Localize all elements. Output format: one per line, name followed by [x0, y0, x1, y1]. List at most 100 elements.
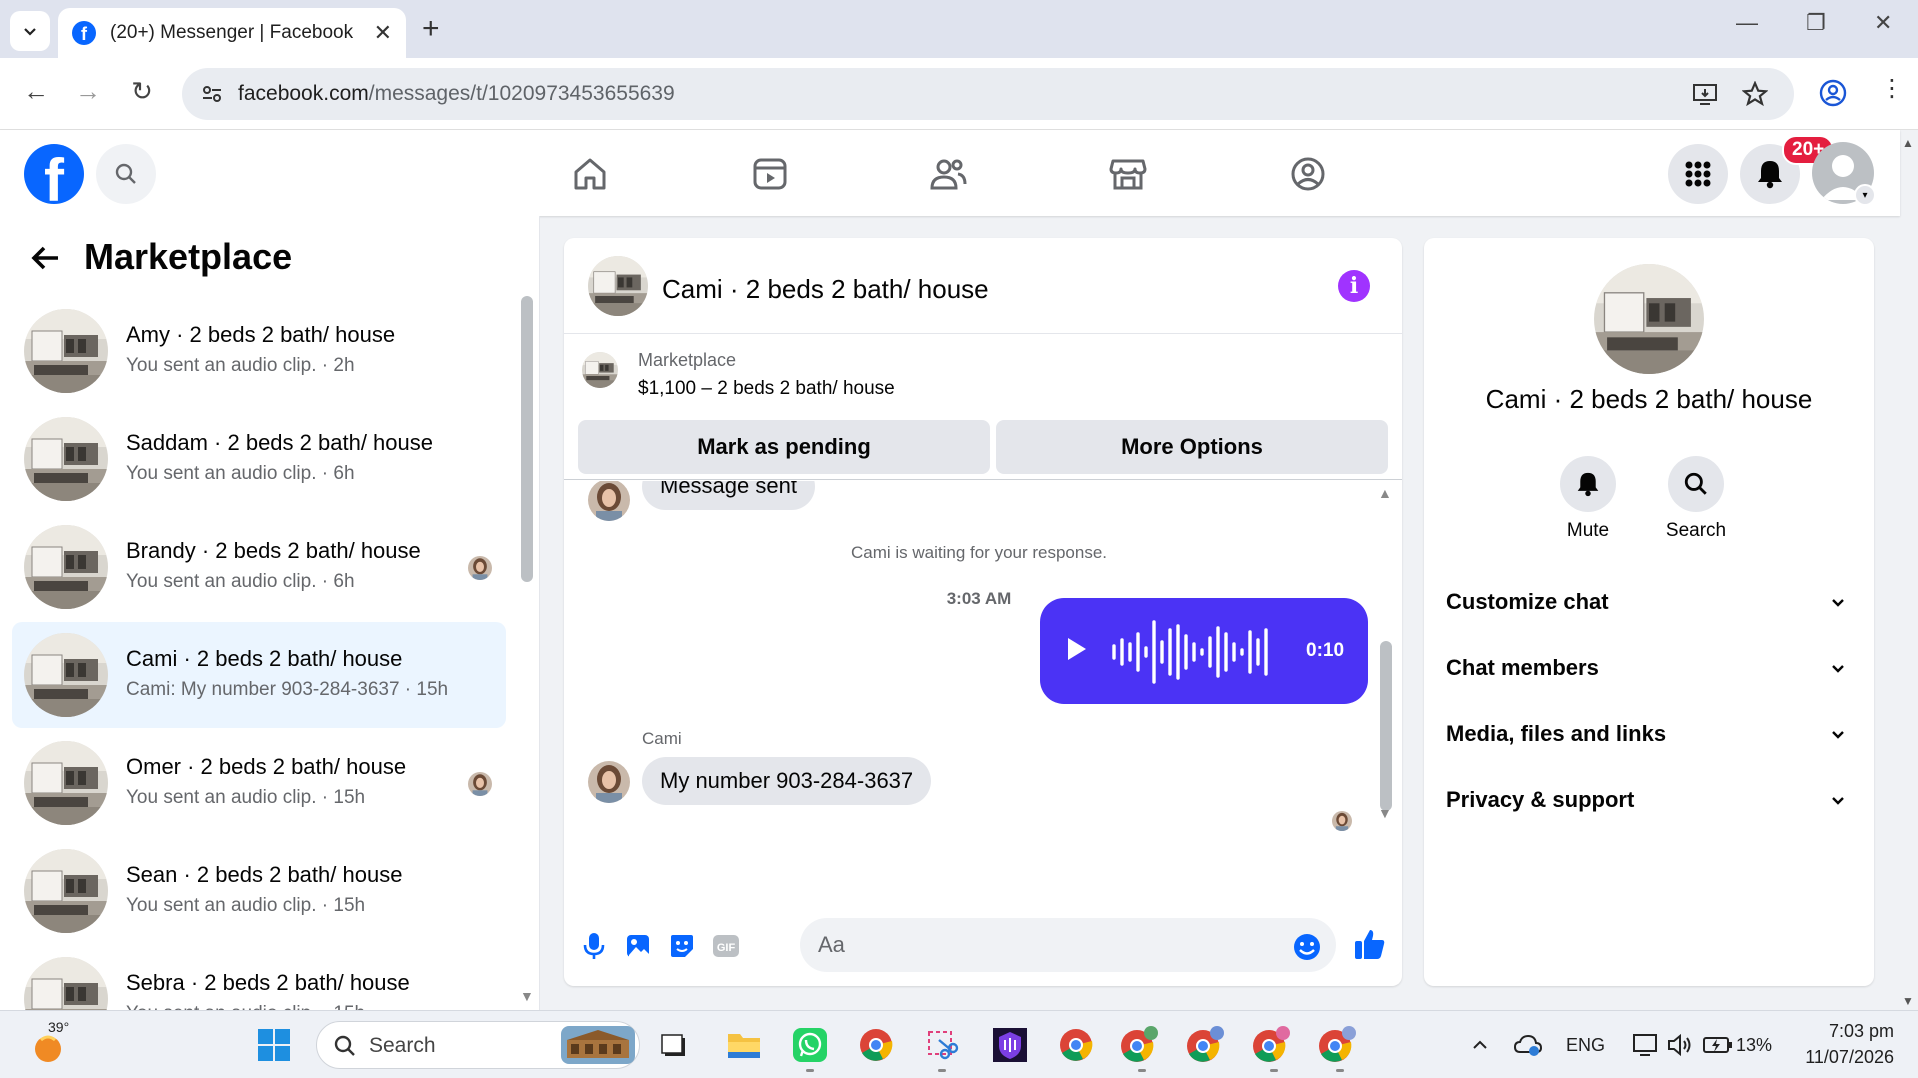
- customize-chat-row[interactable]: Customize chat: [1446, 578, 1856, 626]
- close-tab-icon[interactable]: ✕: [374, 20, 392, 46]
- tab-search-dropdown[interactable]: [10, 11, 50, 51]
- show-hidden-icons-button[interactable]: [1460, 1025, 1500, 1065]
- reload-button[interactable]: ↻: [124, 76, 160, 107]
- file-explorer-button[interactable]: [724, 1025, 764, 1065]
- chevron-down-icon: [1832, 731, 1844, 739]
- play-icon[interactable]: [1066, 636, 1088, 662]
- video-icon: [753, 158, 787, 190]
- taskbar-search[interactable]: Search: [316, 1021, 640, 1069]
- emoji-icon[interactable]: [1292, 932, 1322, 962]
- listing-thumbnail[interactable]: [582, 352, 618, 388]
- scroll-down-arrow-icon[interactable]: ▼: [520, 988, 534, 1004]
- conversation-preview: You sent an audio clip. · 6h: [126, 571, 355, 592]
- audio-message-bubble[interactable]: 0:10: [1040, 598, 1368, 704]
- conversation-item[interactable]: Sean · 2 beds 2 bath/ house You sent an a…: [12, 838, 506, 944]
- mark-as-pending-button[interactable]: Mark as pending: [578, 420, 990, 474]
- app-shield-button[interactable]: [990, 1025, 1030, 1065]
- info-icon[interactable]: i: [1338, 270, 1370, 302]
- install-app-icon[interactable]: [1692, 81, 1718, 107]
- clock-date[interactable]: 11/07/2026: [1796, 1047, 1894, 1068]
- chat-scroll-down-arrow-icon[interactable]: ▼: [1378, 805, 1392, 821]
- chrome-profile-5-button[interactable]: [1318, 1025, 1358, 1065]
- chat-members-row[interactable]: Chat members: [1446, 644, 1856, 692]
- privacy-support-row[interactable]: Privacy & support: [1446, 776, 1856, 824]
- conversation-item[interactable]: Brandy · 2 beds 2 bath/ house You sent an…: [12, 514, 506, 620]
- chrome-profile-2-button[interactable]: [1120, 1025, 1160, 1065]
- chevron-down-icon: [1832, 797, 1844, 805]
- task-view-button[interactable]: [654, 1025, 694, 1065]
- nav-video[interactable]: [746, 150, 794, 198]
- facebook-logo-icon[interactable]: f: [24, 144, 84, 204]
- forward-button[interactable]: →: [70, 76, 106, 107]
- nav-home[interactable]: [566, 150, 614, 198]
- address-bar[interactable]: facebook.com/messages/t/1020973453655639: [182, 68, 1794, 120]
- menu-apps-button[interactable]: [1668, 144, 1728, 204]
- media-files-links-row[interactable]: Media, files and links: [1446, 710, 1856, 758]
- message-bubble-incoming[interactable]: Message sent: [642, 481, 815, 510]
- conversation-item[interactable]: Cami · 2 beds 2 bath/ house Cami: My numb…: [12, 622, 506, 728]
- voice-clip-button[interactable]: [578, 930, 610, 962]
- start-button[interactable]: [254, 1025, 294, 1065]
- conversation-item[interactable]: Saddam · 2 beds 2 bath/ house You sent an…: [12, 406, 506, 512]
- message-input[interactable]: [800, 918, 1336, 972]
- listing-price[interactable]: $1,100 – 2 beds 2 bath/ house: [638, 378, 895, 400]
- input-language[interactable]: ENG: [1566, 1035, 1605, 1056]
- network-status-button[interactable]: [1508, 1025, 1548, 1065]
- chrome-profile-3-button[interactable]: [1186, 1025, 1226, 1065]
- battery-button[interactable]: [1698, 1025, 1738, 1065]
- close-window-button[interactable]: ✕: [1874, 10, 1892, 36]
- purple-shield-app-icon: [993, 1028, 1027, 1062]
- restore-window-button[interactable]: ❐: [1806, 10, 1826, 36]
- conversation-item[interactable]: Sebra · 2 beds 2 bath/ house You sent an …: [12, 946, 506, 1010]
- site-settings-icon[interactable]: [200, 82, 224, 106]
- chat-scroll-up-arrow-icon[interactable]: ▲: [1378, 485, 1392, 501]
- cami-avatar[interactable]: [588, 481, 630, 521]
- more-options-button[interactable]: More Options: [996, 420, 1388, 474]
- cami-avatar[interactable]: [588, 761, 630, 803]
- conversation-preview: You sent an audio clip. · 15h: [126, 895, 366, 916]
- battery-charging-icon: [1703, 1037, 1732, 1053]
- chat-avatar[interactable]: [588, 256, 648, 316]
- nav-friends[interactable]: [924, 150, 972, 198]
- facebook-search-button[interactable]: [96, 144, 156, 204]
- whatsapp-button[interactable]: [790, 1025, 830, 1065]
- back-button[interactable]: ←: [18, 76, 54, 107]
- like-button[interactable]: [1352, 926, 1388, 962]
- chrome-button[interactable]: [856, 1025, 896, 1065]
- profile-account-icon[interactable]: [1818, 78, 1848, 108]
- chrome-profile-1-button[interactable]: [1056, 1025, 1096, 1065]
- taskbar-search-label: Search: [369, 1034, 436, 1057]
- chat-title[interactable]: Cami · 2 beds 2 bath/ house: [662, 274, 989, 305]
- chrome-profile-icon: [1253, 1026, 1290, 1062]
- page-scroll-down-arrow-icon[interactable]: ▼: [1902, 994, 1914, 1008]
- browser-menu-icon[interactable]: ⋮: [1880, 74, 1904, 103]
- nav-gaming[interactable]: [1284, 150, 1332, 198]
- conversation-list-scrollbar[interactable]: [521, 296, 533, 582]
- bookmark-star-icon[interactable]: [1742, 81, 1768, 107]
- snipping-tool-button[interactable]: [922, 1025, 962, 1065]
- conversation-item[interactable]: Omer · 2 beds 2 bath/ house You sent an a…: [12, 730, 506, 836]
- minimize-window-button[interactable]: —: [1736, 10, 1758, 36]
- conversation-item[interactable]: Amy · 2 beds 2 bath/ house You sent an au…: [12, 298, 506, 404]
- conversation-preview: You sent an audio clip. · 6h: [126, 463, 355, 484]
- gif-button[interactable]: GIF: [710, 930, 742, 962]
- sticker-button[interactable]: [666, 930, 698, 962]
- chat-scrollbar[interactable]: [1380, 641, 1392, 811]
- chat-window: Cami · 2 beds 2 bath/ house i Marketplac…: [564, 238, 1402, 986]
- browser-tab-active[interactable]: f (20+) Messenger | Facebook ✕: [58, 8, 406, 58]
- back-arrow-icon[interactable]: [28, 240, 64, 276]
- contact-avatar[interactable]: [1594, 264, 1704, 374]
- account-chevron-down-icon[interactable]: ▾: [1854, 184, 1876, 206]
- search-in-conversation-button[interactable]: Search: [1646, 456, 1746, 542]
- attach-photo-button[interactable]: [622, 930, 654, 962]
- new-tab-button[interactable]: +: [422, 12, 440, 46]
- nav-marketplace[interactable]: [1104, 150, 1152, 198]
- conversation-list-panel: Marketplace Amy · 2 beds 2 bath/ house Yo…: [0, 216, 540, 1010]
- mute-button[interactable]: Mute: [1538, 456, 1638, 542]
- chrome-profile-4-button[interactable]: [1252, 1025, 1292, 1065]
- message-bubble-incoming[interactable]: My number 903-284-3637: [642, 757, 932, 805]
- page-scroll-up-arrow-icon[interactable]: ▲: [1902, 136, 1914, 150]
- thumbs-up-icon: [1355, 930, 1385, 959]
- clock-time[interactable]: 7:03 pm: [1824, 1021, 1894, 1042]
- volume-button[interactable]: [1660, 1025, 1700, 1065]
